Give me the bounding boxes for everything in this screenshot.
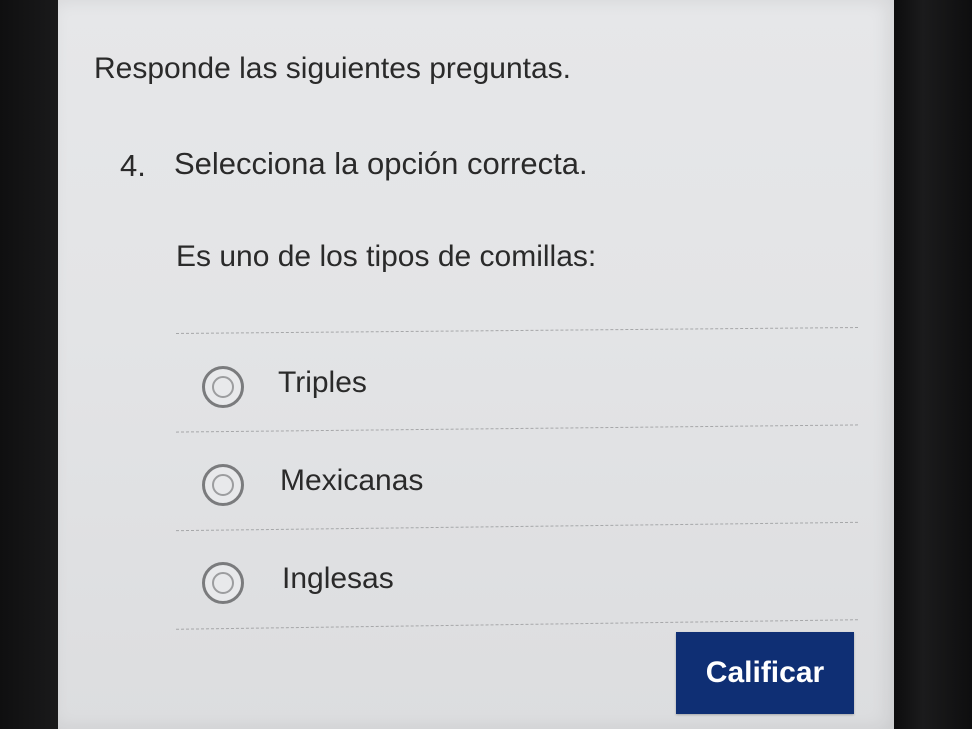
option-divider — [176, 327, 858, 334]
quiz-screen: Responde las siguientes preguntas. 4. Se… — [58, 0, 894, 729]
radio-unselected-icon[interactable] — [202, 366, 244, 408]
option-inglesas[interactable]: Inglesas — [198, 552, 798, 622]
calificar-button[interactable]: Calificar — [676, 632, 854, 714]
instructions-heading: Responde las siguientes preguntas. — [94, 52, 571, 85]
question-prompt: Es uno de los tipos de comillas: — [176, 240, 597, 273]
radio-unselected-icon[interactable] — [202, 562, 244, 604]
option-label: Mexicanas — [280, 464, 424, 497]
question-title: Selecciona la opción correcta. — [174, 146, 588, 181]
option-label: Inglesas — [282, 562, 394, 595]
question-number: 4. — [120, 148, 146, 183]
option-mexicanas[interactable]: Mexicanas — [198, 454, 798, 524]
option-label: Triples — [278, 366, 367, 399]
radio-unselected-icon[interactable] — [202, 464, 244, 506]
option-triples[interactable]: Triples — [198, 356, 798, 426]
device-bezel: Responde las siguientes preguntas. 4. Se… — [0, 0, 972, 729]
